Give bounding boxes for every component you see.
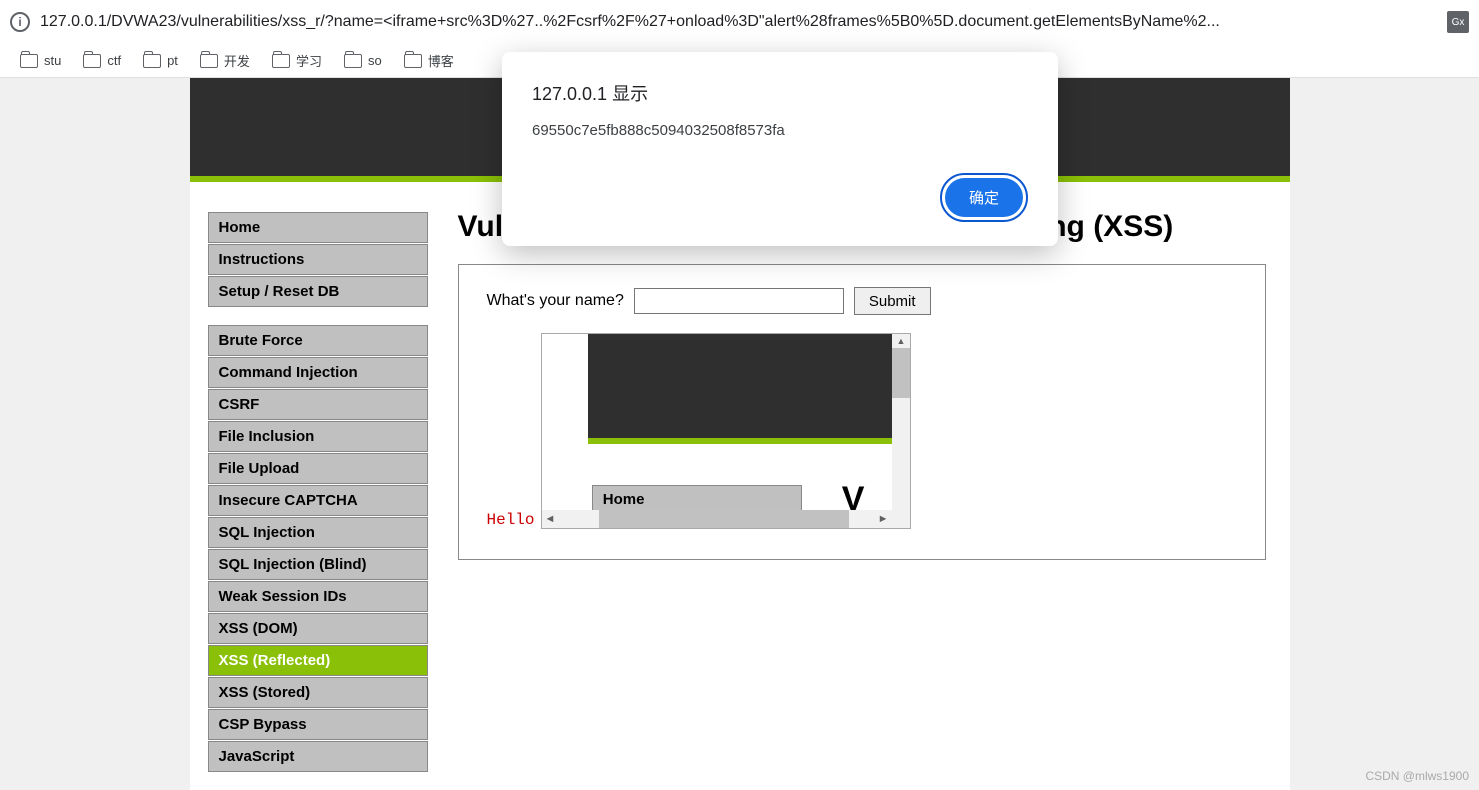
bookmark-pt[interactable]: pt bbox=[137, 49, 184, 72]
browser-url-bar: i 127.0.0.1/DVWA23/vulnerabilities/xss_r… bbox=[0, 0, 1479, 44]
menu-block-2: Brute Force Command Injection CSRF File … bbox=[208, 325, 428, 772]
site-info-icon[interactable]: i bbox=[10, 12, 30, 32]
result-area: Hello Home V▾ ▲ ◄► bbox=[487, 333, 1237, 529]
bookmark-stu[interactable]: stu bbox=[14, 49, 67, 72]
sidebar-item-sql-blind[interactable]: SQL Injection (Blind) bbox=[208, 549, 428, 580]
inner-header bbox=[588, 334, 910, 444]
sidebar: Home Instructions Setup / Reset DB Brute… bbox=[190, 200, 428, 790]
folder-icon bbox=[200, 54, 218, 68]
ok-button[interactable]: 确定 bbox=[945, 178, 1023, 217]
sidebar-item-command-injection[interactable]: Command Injection bbox=[208, 357, 428, 388]
bookmark-label: 博客 bbox=[428, 51, 454, 70]
sidebar-item-csrf[interactable]: CSRF bbox=[208, 389, 428, 420]
sidebar-item-instructions[interactable]: Instructions bbox=[208, 244, 428, 275]
bookmark-label: pt bbox=[167, 53, 178, 68]
sidebar-item-xss-stored[interactable]: XSS (Stored) bbox=[208, 677, 428, 708]
watermark: CSDN @mlws1900 bbox=[1365, 769, 1469, 783]
sidebar-item-file-inclusion[interactable]: File Inclusion bbox=[208, 421, 428, 452]
folder-icon bbox=[344, 54, 362, 68]
bookmark-label: 学习 bbox=[296, 51, 322, 70]
folder-icon bbox=[272, 54, 290, 68]
bookmark-dev[interactable]: 开发 bbox=[194, 47, 256, 74]
sidebar-item-sql-injection[interactable]: SQL Injection bbox=[208, 517, 428, 548]
folder-icon bbox=[20, 54, 38, 68]
bookmark-label: so bbox=[368, 53, 382, 68]
sidebar-item-javascript[interactable]: JavaScript bbox=[208, 741, 428, 772]
ok-button-wrap: 确定 bbox=[940, 173, 1028, 222]
sidebar-item-xss-reflected[interactable]: XSS (Reflected) bbox=[208, 645, 428, 676]
sidebar-item-setup[interactable]: Setup / Reset DB bbox=[208, 276, 428, 307]
submit-button[interactable]: Submit bbox=[854, 287, 931, 315]
alert-title: 127.0.0.1 显示 bbox=[532, 80, 1028, 106]
bookmark-label: stu bbox=[44, 53, 61, 68]
bookmark-label: ctf bbox=[107, 53, 121, 68]
folder-icon bbox=[404, 54, 422, 68]
sidebar-item-file-upload[interactable]: File Upload bbox=[208, 453, 428, 484]
alert-message: 69550c7e5fb888c5094032508f8573fa bbox=[532, 122, 1028, 139]
sidebar-item-home[interactable]: Home bbox=[208, 212, 428, 243]
main-content: Vulnerability: Reflected Cross Site Scri… bbox=[428, 200, 1290, 790]
bookmark-study[interactable]: 学习 bbox=[266, 47, 328, 74]
bookmark-label: 开发 bbox=[224, 51, 250, 70]
sidebar-item-csp-bypass[interactable]: CSP Bypass bbox=[208, 709, 428, 740]
bookmark-blog[interactable]: 博客 bbox=[398, 47, 460, 74]
form-row: What's your name? Submit bbox=[487, 287, 1237, 315]
bookmark-ctf[interactable]: ctf bbox=[77, 49, 127, 72]
folder-icon bbox=[143, 54, 161, 68]
bookmark-so[interactable]: so bbox=[338, 49, 388, 72]
horizontal-scrollbar[interactable]: ◄► bbox=[542, 510, 892, 528]
sidebar-item-weak-session[interactable]: Weak Session IDs bbox=[208, 581, 428, 612]
vertical-scrollbar[interactable]: ▲ bbox=[892, 334, 910, 528]
name-input[interactable] bbox=[634, 288, 844, 314]
sidebar-item-xss-dom[interactable]: XSS (DOM) bbox=[208, 613, 428, 644]
sidebar-item-captcha[interactable]: Insecure CAPTCHA bbox=[208, 485, 428, 516]
alert-dialog: 127.0.0.1 显示 69550c7e5fb888c5094032508f8… bbox=[502, 52, 1058, 246]
folder-icon bbox=[83, 54, 101, 68]
injected-iframe[interactable]: Home V▾ ▲ ◄► bbox=[541, 333, 911, 529]
url-display[interactable]: 127.0.0.1/DVWA23/vulnerabilities/xss_r/?… bbox=[40, 13, 1437, 31]
form-panel: What's your name? Submit Hello Home bbox=[458, 264, 1266, 560]
hello-text: Hello bbox=[487, 511, 535, 529]
form-label: What's your name? bbox=[487, 292, 624, 310]
translate-icon[interactable]: Gx bbox=[1447, 11, 1469, 33]
menu-block-1: Home Instructions Setup / Reset DB bbox=[208, 212, 428, 307]
sidebar-item-bruteforce[interactable]: Brute Force bbox=[208, 325, 428, 356]
